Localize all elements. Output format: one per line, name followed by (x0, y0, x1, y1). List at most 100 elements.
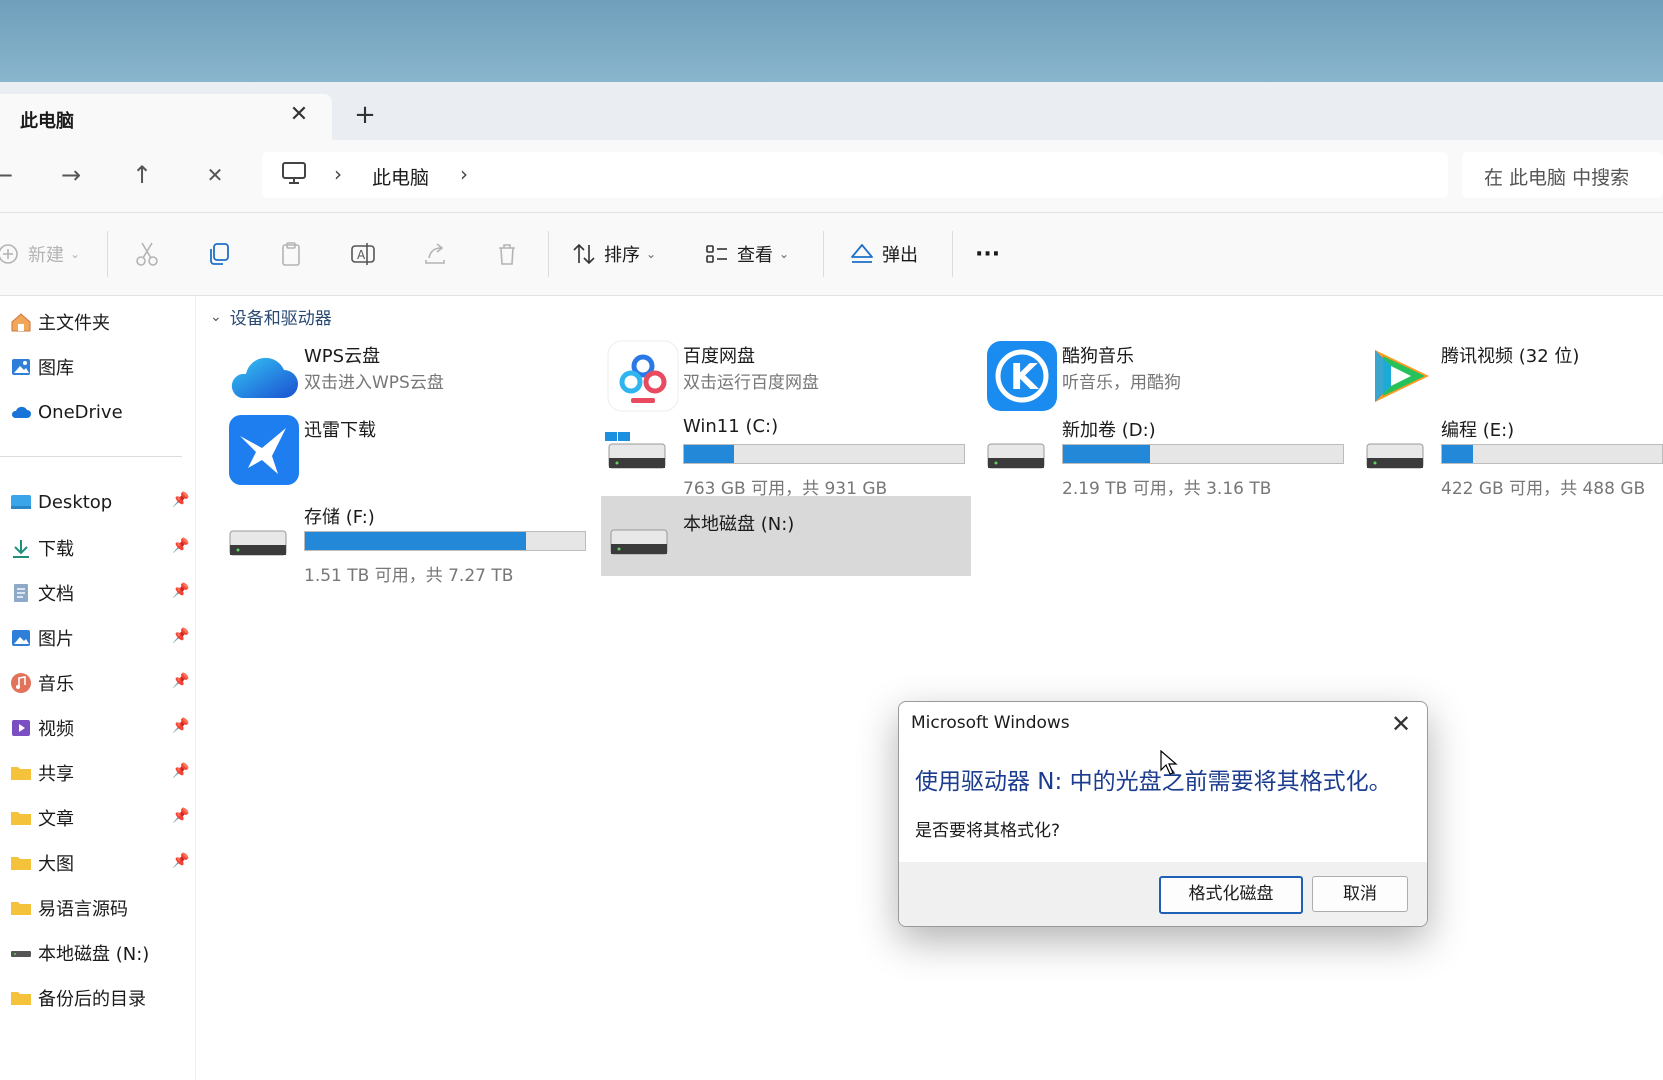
search-box[interactable]: 在 此电脑 中搜索 (1462, 152, 1663, 198)
chevron-down-icon: ⌄ (210, 308, 222, 325)
eject-icon (851, 244, 873, 263)
sidebar-item-documents[interactable]: 文档 (10, 577, 74, 609)
sidebar-item-label: 备份后的目录 (38, 989, 146, 1010)
tab-close-icon[interactable]: ✕ (286, 102, 312, 128)
app-tile-kugou[interactable]: K 酷狗音乐 听音乐，用酷狗 (974, 340, 1344, 416)
video-icon (12, 720, 30, 736)
drive-icon (610, 529, 668, 555)
cut-icon[interactable] (133, 240, 161, 268)
sidebar-item-label: 文章 (38, 809, 74, 830)
pin-icon[interactable]: 📌 (172, 538, 189, 554)
sidebar-item-videos[interactable]: 视频 (10, 712, 74, 744)
app-tile-xunlei[interactable]: 迅雷下载 (216, 414, 586, 490)
sidebar-item-onedrive[interactable]: OneDrive (10, 396, 123, 428)
sidebar-item-local-disk-n[interactable]: 本地磁盘 (N:) (10, 937, 149, 969)
drive-name: 编程 (E:) (1441, 420, 1515, 441)
rename-icon[interactable]: A (349, 240, 377, 268)
pin-icon[interactable]: 📌 (172, 808, 189, 824)
sidebar-item-big-images[interactable]: 大图 (10, 847, 74, 879)
dialog-message: 使用驱动器 N: 中的光盘之前需要将其格式化。 (915, 769, 1392, 795)
sidebar-item-label: 文档 (38, 584, 74, 605)
drive-tile-e[interactable]: 编程 (E:) 422 GB 可用，共 488 GB (1353, 414, 1663, 499)
kugou-icon: K (987, 341, 1057, 411)
sidebar-item-label: 易语言源码 (38, 899, 128, 920)
pin-icon[interactable]: 📌 (172, 628, 189, 644)
drive-tile-f[interactable]: 存储 (F:) 1.51 TB 可用，共 7.27 TB (216, 501, 586, 586)
sidebar-item-backup-dir[interactable]: 备份后的目录 (10, 982, 146, 1014)
cloud-icon (11, 406, 31, 418)
sidebar-item-share[interactable]: 共享 (10, 757, 74, 789)
command-bar: 新建 ⌄ A 排序 ⌄ 查看 ⌄ 弹出 ··· (0, 212, 1663, 296)
drive-name: 新加卷 (D:) (1062, 420, 1156, 441)
view-button[interactable]: 查看 ⌄ (703, 237, 789, 271)
more-options-button[interactable]: ··· (975, 237, 1000, 271)
computer-icon (280, 161, 308, 192)
desktop-background (0, 0, 1663, 84)
address-bar[interactable]: › 此电脑 › (262, 152, 1448, 198)
tile-name: WPS云盘 (304, 346, 381, 367)
drive-tile-n[interactable]: 本地磁盘 (N:) (601, 496, 971, 576)
search-placeholder: 在 此电脑 中搜索 (1484, 167, 1630, 189)
sidebar-item-downloads[interactable]: 下载 (10, 532, 74, 564)
drive-usage-bar (1062, 444, 1344, 464)
tile-description: 双击运行百度网盘 (683, 373, 819, 393)
new-button[interactable]: 新建 ⌄ (0, 237, 80, 271)
sidebar-item-articles[interactable]: 文章 (10, 802, 74, 834)
group-header-devices[interactable]: ⌄ 设备和驱动器 (210, 304, 332, 330)
app-tile-tencent-video[interactable]: 腾讯视频 (32 位) (1353, 340, 1663, 416)
pin-icon[interactable]: 📌 (172, 853, 189, 869)
format-disk-button[interactable]: 格式化磁盘 (1159, 876, 1303, 914)
drive-usage-bar (1441, 444, 1663, 464)
back-button[interactable]: ← (0, 158, 20, 192)
dialog-close-icon[interactable]: ✕ (1385, 708, 1417, 740)
tile-description: 听音乐，用酷狗 (1062, 373, 1181, 393)
pin-icon[interactable]: 📌 (172, 673, 189, 689)
app-tile-baidu-netdisk[interactable]: 百度网盘 双击运行百度网盘 (595, 340, 965, 416)
folder-icon (11, 992, 31, 1005)
chevron-down-icon: ⌄ (779, 247, 790, 261)
new-tab-button[interactable]: + (352, 102, 378, 128)
sidebar-item-home[interactable]: 主文件夹 (10, 306, 110, 338)
tile-name: 迅雷下载 (304, 420, 376, 441)
sidebar-item-music[interactable]: 音乐 (10, 667, 74, 699)
desktop-folder-icon (11, 495, 31, 509)
copy-icon[interactable] (205, 240, 233, 268)
music-icon (11, 673, 31, 693)
paste-icon[interactable] (277, 240, 305, 268)
sidebar-item-easy-lang-source[interactable]: 易语言源码 (10, 892, 128, 924)
drive-icon (11, 951, 31, 957)
sort-button[interactable]: 排序 ⌄ (570, 237, 656, 271)
share-icon[interactable] (421, 240, 449, 268)
tab-this-pc[interactable]: 此电脑 ✕ (0, 94, 332, 140)
drive-icon (1366, 443, 1424, 469)
sidebar-item-gallery[interactable]: 图库 (10, 351, 74, 383)
drive-icon (987, 443, 1045, 469)
up-button[interactable]: ↑ (125, 158, 159, 192)
pin-icon[interactable]: 📌 (172, 583, 189, 599)
breadcrumb-chevron-icon[interactable]: › (334, 162, 342, 186)
pin-icon[interactable]: 📌 (172, 763, 189, 779)
app-tile-wps-cloud[interactable]: WPS云盘 双击进入WPS云盘 (216, 340, 586, 416)
toolbar-divider (548, 231, 549, 277)
pin-icon[interactable]: 📌 (172, 492, 189, 508)
chevron-down-icon: ⌄ (70, 247, 81, 261)
cancel-button[interactable]: 取消 (1312, 876, 1408, 912)
mouse-cursor-icon (1160, 750, 1178, 775)
drive-capacity: 422 GB 可用，共 488 GB (1441, 479, 1646, 499)
tencent-video-icon (1375, 350, 1429, 402)
stop-button[interactable]: ✕ (198, 158, 232, 192)
breadcrumb-chevron-icon[interactable]: › (460, 162, 468, 186)
pin-icon[interactable]: 📌 (172, 718, 189, 734)
breadcrumb-this-pc[interactable]: 此电脑 (372, 163, 429, 190)
sidebar-item-desktop[interactable]: Desktop (10, 486, 112, 518)
drive-capacity: 1.51 TB 可用，共 7.27 TB (304, 566, 514, 586)
sidebar-item-pictures[interactable]: 图片 (10, 622, 74, 654)
drive-usage-bar (683, 444, 965, 464)
svg-text:K: K (1010, 357, 1039, 398)
drive-tile-d[interactable]: 新加卷 (D:) 2.19 TB 可用，共 3.16 TB (974, 414, 1344, 499)
drive-tile-c[interactable]: Win11 (C:) 763 GB 可用，共 931 GB (595, 414, 965, 499)
forward-button[interactable]: → (54, 158, 88, 192)
delete-icon[interactable] (493, 240, 521, 268)
eject-button[interactable]: 弹出 (848, 237, 918, 271)
documents-icon (14, 584, 28, 602)
